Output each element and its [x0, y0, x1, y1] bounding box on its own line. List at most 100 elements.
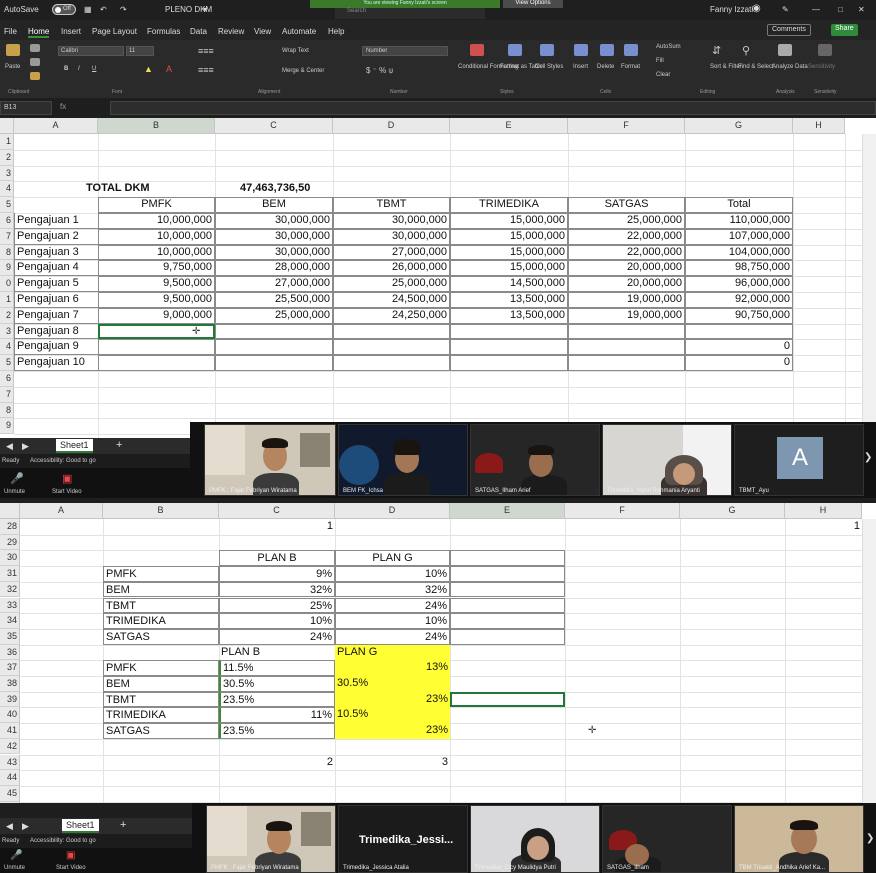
participant-tile-tbm-trisakti[interactable]: TBM Trisakti_Andhika Arief Ka... [734, 805, 864, 873]
menu-insert[interactable]: Insert [61, 27, 81, 36]
empty-cell[interactable] [450, 566, 565, 582]
table-cell[interactable]: 10,000,000 [98, 244, 215, 261]
row-header[interactable]: 36 [0, 644, 20, 661]
table-cell[interactable]: 22,000,000 [568, 244, 685, 261]
table-cell[interactable] [98, 355, 215, 371]
menu-data[interactable]: Data [190, 27, 207, 36]
autosum-button[interactable]: AutoSum [656, 44, 681, 50]
row-header[interactable]: 5 [0, 197, 14, 213]
plan-cell-highlighted[interactable]: 13% [335, 660, 450, 676]
table-cell[interactable]: 15,000,000 [450, 228, 568, 245]
plan-cell[interactable]: 24% [335, 628, 450, 645]
row-header[interactable]: 33 [0, 597, 20, 614]
table-cell[interactable] [568, 339, 685, 356]
row-header[interactable]: 4 [0, 181, 14, 198]
column-header-c[interactable]: C [219, 503, 335, 519]
table-cell[interactable]: 14,500,000 [450, 276, 568, 292]
pen-icon[interactable]: ✎ [782, 5, 789, 14]
participant-tile-pmfk[interactable]: PMFK : Fajar Febriyan Wiratama [206, 805, 336, 873]
row-header[interactable]: 28 [0, 519, 20, 535]
search-input[interactable]: Search [335, 8, 485, 19]
table-header-cell[interactable]: BEM [215, 197, 333, 213]
row-header[interactable]: 6 [0, 213, 14, 229]
table-row-label[interactable]: Pengajuan 6 [14, 292, 98, 308]
table-cell[interactable]: 92,000,000 [685, 292, 793, 308]
find-select-icon[interactable]: ⚲ [742, 44, 750, 57]
table-cell[interactable] [450, 355, 568, 371]
chevron-right-icon[interactable]: ▶ [22, 821, 29, 832]
table-cell[interactable]: 30,000,000 [215, 213, 333, 229]
cell-value[interactable]: 3 [335, 755, 450, 771]
plan-cell[interactable]: 30.5% [219, 676, 335, 692]
table-cell[interactable] [333, 355, 450, 371]
empty-cell[interactable] [450, 628, 565, 645]
chevron-left-icon[interactable]: ◀ [6, 441, 13, 452]
start-video-label[interactable]: Start Video [56, 865, 86, 871]
row-header[interactable]: 37 [0, 660, 20, 676]
table-cell[interactable]: 28,000,000 [215, 260, 333, 277]
restore-icon[interactable]: □ [838, 5, 843, 14]
row-header[interactable]: 5 [0, 355, 14, 371]
format-painter-icon[interactable] [30, 72, 40, 80]
close-icon[interactable]: ✕ [858, 5, 865, 14]
table-cell[interactable]: 20,000,000 [568, 260, 685, 277]
menu-home[interactable]: Home [28, 27, 50, 38]
fx-icon[interactable]: fx [60, 102, 66, 111]
participant-tile-satgas[interactable]: SATGAS_Ilham Arief [470, 424, 600, 496]
participant-tile-bem[interactable]: BEM FK_Ichsa [338, 424, 468, 496]
accessibility-status[interactable]: Accessibility: Good to go [30, 838, 96, 844]
column-header-d[interactable]: D [333, 118, 450, 134]
minimize-icon[interactable]: — [812, 5, 820, 14]
plan-row-label[interactable]: SATGAS [103, 628, 219, 645]
row-header[interactable]: 4 [0, 339, 14, 356]
row-header[interactable]: 3 [0, 323, 14, 340]
menu-file[interactable]: File [4, 27, 17, 36]
table-cell[interactable]: 20,000,000 [568, 276, 685, 292]
plan-cell[interactable]: 9% [219, 566, 335, 582]
plan-cell[interactable]: 24% [335, 597, 450, 614]
plan-header-cell[interactable]: PLAN G [335, 550, 450, 567]
column-header-b[interactable]: B [98, 118, 215, 134]
empty-cell[interactable] [450, 550, 565, 567]
cut-icon[interactable] [30, 44, 40, 52]
table-cell[interactable]: 9,500,000 [98, 276, 215, 292]
column-header-a[interactable]: A [14, 118, 98, 134]
unmute-label[interactable]: Unmute [4, 489, 25, 495]
row-header[interactable]: 8 [0, 402, 14, 419]
table-row-label[interactable]: Pengajuan 10 [14, 355, 98, 371]
plan-row-label[interactable]: BEM [103, 676, 219, 692]
row-header[interactable]: 3 [0, 165, 14, 182]
add-sheet-button[interactable]: + [120, 819, 126, 831]
table-cell[interactable]: 27,000,000 [215, 276, 333, 292]
format-cells-icon[interactable] [624, 44, 638, 56]
plan-cell[interactable]: 32% [219, 581, 335, 598]
plan-row-label[interactable]: TBMT [103, 597, 219, 614]
empty-cell[interactable] [450, 613, 565, 629]
plan-header-cell[interactable]: PLAN B [219, 645, 335, 661]
font-color-icon[interactable]: A [166, 64, 172, 74]
row-header[interactable]: 31 [0, 566, 20, 582]
row-header[interactable]: 2 [0, 149, 14, 166]
table-cell[interactable]: 15,000,000 [450, 213, 568, 229]
chevron-right-icon[interactable]: ❯ [866, 833, 874, 844]
name-box[interactable]: B13 [0, 101, 52, 115]
plan-cell[interactable]: 11.5% [219, 660, 335, 676]
table-cell[interactable]: 9,000,000 [98, 307, 215, 324]
table-row-label[interactable]: Pengajuan 5 [14, 276, 98, 292]
plan-cell[interactable]: 10% [335, 566, 450, 582]
menu-automate[interactable]: Automate [282, 27, 316, 36]
row-header[interactable]: 32 [0, 581, 20, 598]
table-header-cell[interactable]: TBMT [333, 197, 450, 213]
row-header[interactable]: 34 [0, 613, 20, 629]
table-cell[interactable]: 15,000,000 [450, 260, 568, 277]
bottom-sheet-grid[interactable]: A B C D E F G H 28 29 30 31 32 33 34 35 36 37 38 39 40 41 42 43… [0, 503, 876, 803]
participant-tile-trimedika-cicy[interactable]: Trimedika_Cicy Maulidya Putri [470, 805, 600, 873]
plan-row-label[interactable]: SATGAS [103, 723, 219, 739]
insert-cells-icon[interactable] [574, 44, 588, 56]
table-cell[interactable] [98, 339, 215, 356]
table-cell[interactable]: 25,000,000 [568, 213, 685, 229]
italic-icon[interactable]: I [78, 66, 80, 72]
table-cell[interactable]: 19,000,000 [568, 307, 685, 324]
empty-cell[interactable] [450, 581, 565, 598]
row-header[interactable]: 44 [0, 770, 20, 786]
